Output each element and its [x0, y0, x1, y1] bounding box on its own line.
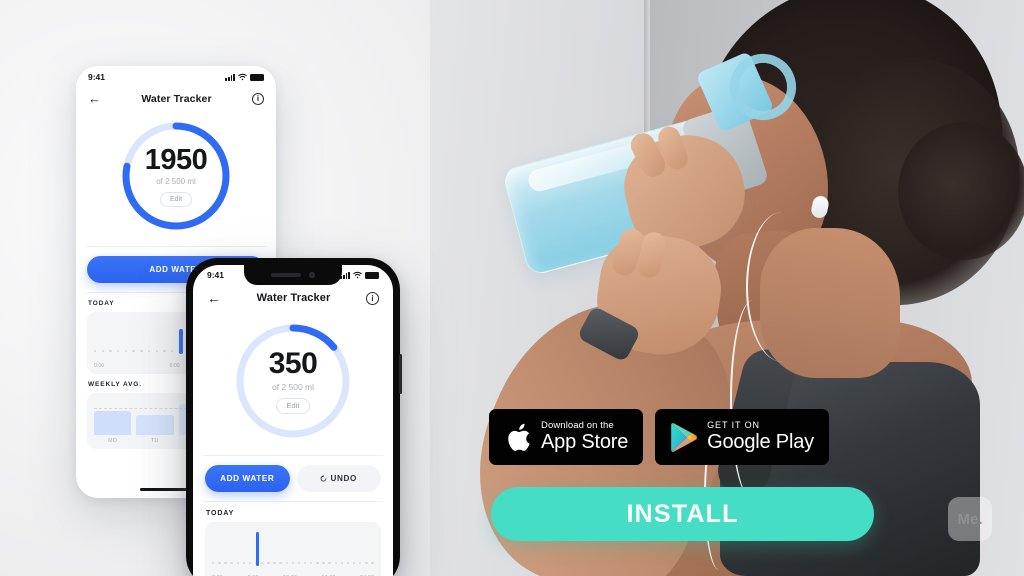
chart-bar — [255, 532, 260, 566]
info-circle-icon[interactable]: i — [252, 92, 264, 105]
app-bar: ← Water Tracker i — [193, 282, 393, 315]
add-water-button[interactable]: ADD WATER — [205, 465, 290, 492]
power-button[interactable] — [399, 354, 402, 394]
axis-tick: 0:00 — [94, 363, 105, 369]
progress-ring-wrap: 1950 of 2 500 ml Edit — [76, 119, 276, 233]
earphone-cord — [730, 300, 776, 500]
wifi-icon — [238, 73, 247, 81]
chart-bar — [179, 329, 183, 354]
weekly-bar-group: TU — [136, 404, 174, 444]
chart-bar — [94, 411, 132, 435]
water-progress-ring: 1950 of 2 500 ml Edit — [119, 119, 233, 233]
battery-icon — [365, 271, 379, 279]
install-button[interactable]: INSTALL — [491, 487, 874, 541]
promo-banner: 9:41 ← Water Tracker i 1950 of 2 500 ml … — [0, 0, 1024, 576]
back-arrow-icon[interactable]: ← — [88, 92, 101, 105]
status-bar: 9:41 — [76, 66, 276, 84]
edit-goal-button[interactable]: Edit — [159, 191, 193, 207]
progress-ring-wrap: 350 of 2 500 ml Edit — [193, 321, 393, 441]
speaker-icon — [271, 273, 301, 277]
weekly-bar-label: TU — [150, 438, 159, 444]
today-chart-card: 0:006:0012:0018:0024:00 — [205, 522, 381, 576]
phone-screen: 9:41 ← Water Tracker i 350 of 2 500 ml E… — [193, 265, 393, 576]
app-store-small-label: Download on the — [541, 420, 614, 432]
signal-bars-icon — [225, 73, 235, 81]
status-time: 9:41 — [88, 72, 106, 82]
ring-value: 1950 — [144, 143, 208, 176]
back-arrow-icon[interactable]: ← — [207, 291, 221, 305]
status-time: 9:41 — [207, 270, 225, 280]
ring-subtitle: of 2 500 ml — [271, 381, 315, 392]
weekly-bar-label: MO — [107, 438, 118, 444]
water-progress-ring: 350 of 2 500 ml Edit — [233, 321, 353, 441]
chart-bar — [136, 415, 174, 435]
app-store-badge[interactable]: Download on the App Store — [489, 409, 644, 465]
google-play-big-label: Google Play — [707, 430, 814, 453]
edit-goal-button[interactable]: Edit — [275, 398, 311, 414]
today-label: TODAY — [206, 510, 235, 517]
undo-label: UNDO — [330, 474, 357, 483]
wifi-icon — [353, 271, 362, 279]
phone-front[interactable]: 9:41 ← Water Tracker i 350 of 2 500 ml E… — [186, 258, 402, 576]
ring-subtitle: of 2 500 ml — [156, 176, 196, 186]
today-chart — [212, 529, 374, 573]
google-play-small-label: GET IT ON — [707, 420, 760, 431]
page-title: Water Tracker — [141, 92, 212, 105]
app-bar: ← Water Tracker i — [76, 84, 276, 115]
google-play-triangle-icon — [671, 422, 698, 452]
battery-icon — [250, 73, 264, 81]
undo-arrow-icon — [321, 475, 327, 482]
brand-logo: Me. — [948, 497, 992, 541]
today-bars — [212, 532, 374, 566]
axis-tick: 6:00 — [169, 363, 180, 369]
undo-button[interactable]: UNDO — [296, 465, 381, 492]
store-badges: Download on the App Store GET IT ON Goog… — [489, 409, 829, 465]
action-row: ADD WATER UNDO — [193, 456, 393, 501]
front-camera-icon — [309, 272, 315, 278]
hair-bun — [898, 122, 1024, 260]
ring-value: 350 — [268, 346, 318, 380]
notch — [244, 265, 342, 285]
weekly-bar-group: MO — [94, 404, 132, 444]
google-play-badge[interactable]: GET IT ON Google Play — [655, 409, 829, 465]
app-store-big-label: App Store — [541, 430, 629, 453]
info-circle-icon[interactable]: i — [366, 291, 379, 305]
apple-logo-icon — [508, 423, 530, 451]
page-title: Water Tracker — [256, 292, 331, 304]
